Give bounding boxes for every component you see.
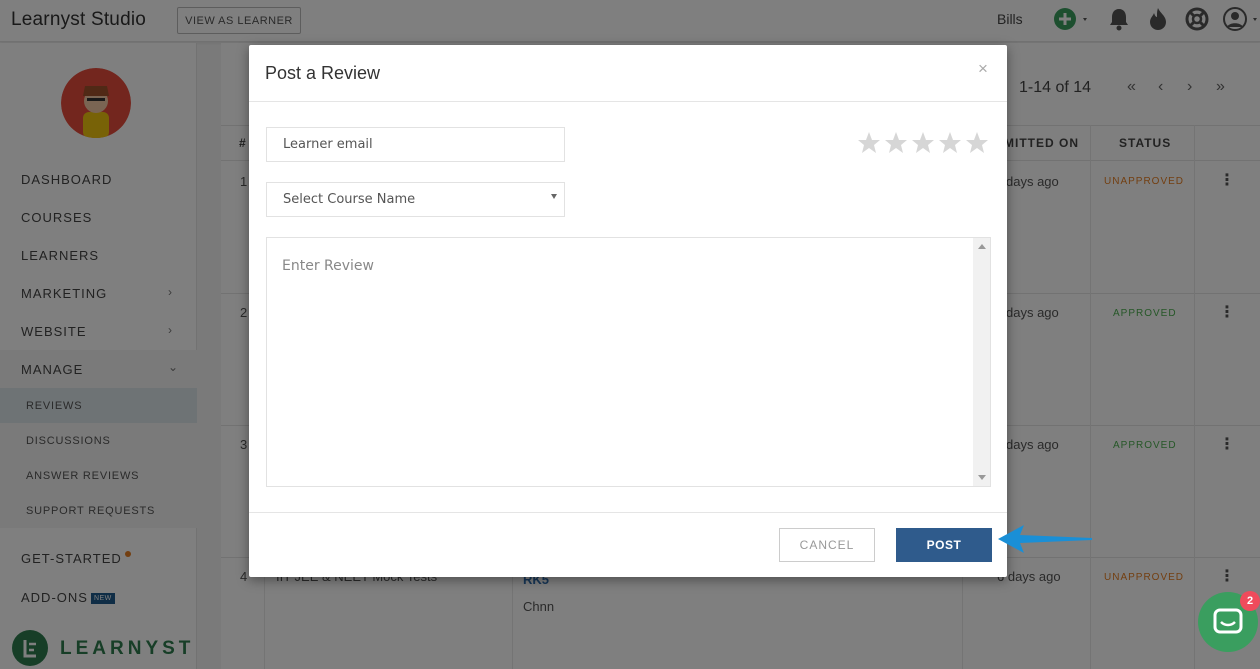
chat-icon [1213,608,1243,634]
modal-title: Post a Review [265,63,381,83]
learner-email-field[interactable]: Learner email [266,127,565,162]
textarea-scrollbar[interactable] [973,238,990,486]
modal-header-divider [249,101,1007,102]
star-icon[interactable] [857,131,881,155]
post-button[interactable]: POST [896,528,992,562]
star-icon[interactable] [965,131,989,155]
star-icon[interactable] [884,131,908,155]
chat-badge: 2 [1240,591,1260,611]
chevron-down-icon [551,194,557,199]
course-select-label: Select Course Name [283,192,416,207]
cancel-button[interactable]: CANCEL [779,528,875,562]
star-icon[interactable] [938,131,962,155]
scroll-down-icon[interactable] [978,475,986,480]
star-icon[interactable] [911,131,935,155]
scroll-up-icon[interactable] [978,244,986,249]
pointer-arrow-icon [998,525,1092,553]
close-icon[interactable]: × [978,59,988,79]
modal-footer-divider [249,512,1007,513]
review-placeholder: Enter Review [282,258,374,274]
course-select[interactable]: Select Course Name [266,182,565,217]
rating-stars[interactable] [857,131,989,155]
post-review-modal: Post a Review × Learner email Select Cou… [249,45,1007,577]
review-textarea[interactable]: Enter Review [266,237,991,487]
